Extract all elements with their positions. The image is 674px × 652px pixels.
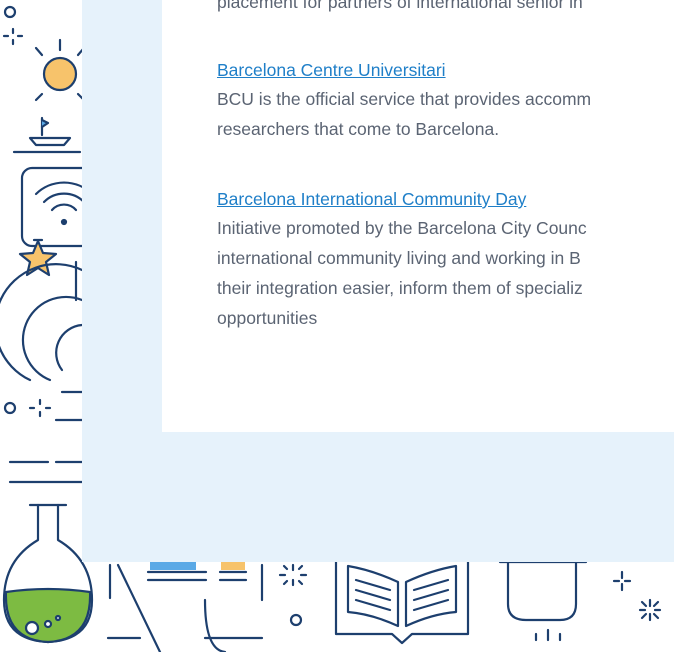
- community-day-link[interactable]: Barcelona International Community Day: [217, 186, 526, 213]
- boat-icon: [12, 116, 82, 154]
- laptop-icon: [106, 563, 264, 652]
- bcu-description-line-1: BCU is the official service that provide…: [217, 89, 592, 109]
- sparkle-icon: [2, 5, 24, 46]
- community-day-description-line-2: international community living and worki…: [217, 248, 581, 268]
- resources-card: placement for partners of international …: [162, 0, 674, 432]
- sun-icon: [34, 38, 86, 102]
- intro-tail-text: placement for partners of international …: [217, 0, 583, 12]
- flask-icon: [2, 503, 94, 644]
- open-book-icon: [334, 560, 470, 645]
- sparkle-icon: [278, 563, 308, 627]
- resource-entry-bcu: Barcelona Centre Universitari BCU is the…: [217, 57, 591, 144]
- sparkle-icon: [612, 570, 662, 622]
- community-day-description-line-4: opportunities: [217, 308, 318, 328]
- resource-entry-community-day: Barcelona International Community Day In…: [217, 186, 587, 333]
- community-day-description-line-3: their integration easier, inform them of…: [217, 278, 583, 298]
- bcu-description-line-2: researchers that come to Barcelona.: [217, 119, 500, 139]
- microscope-icon: [0, 260, 84, 484]
- cooking-pot-icon: [498, 560, 588, 642]
- community-day-description-line-1: Initiative promoted by the Barcelona Cit…: [217, 218, 587, 238]
- bcu-link[interactable]: Barcelona Centre Universitari: [217, 57, 446, 84]
